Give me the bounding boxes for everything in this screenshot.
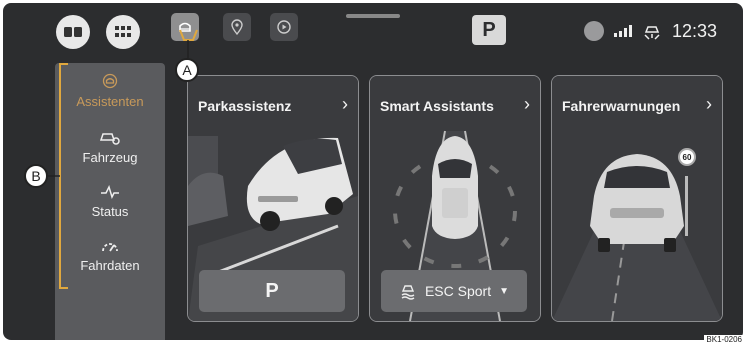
esc-mode-dropdown[interactable]: ESC Sport ▼ bbox=[381, 270, 527, 312]
map-pin-icon bbox=[231, 19, 243, 35]
drag-handle[interactable] bbox=[346, 14, 400, 18]
sidebar-item-fahrzeug[interactable]: Fahrzeug bbox=[55, 129, 165, 165]
tab-assistants[interactable] bbox=[171, 13, 199, 41]
sidebar-item-label: Fahrzeug bbox=[82, 150, 138, 165]
card-title: Smart Assistants bbox=[380, 98, 494, 114]
parking-shortcut-button[interactable]: P bbox=[472, 15, 506, 45]
sidebar-item-label: Status bbox=[91, 204, 129, 219]
sidebar-item-label: Fahrdaten bbox=[80, 258, 140, 273]
park-assist-button[interactable]: P bbox=[199, 270, 345, 312]
status-area: 12:33 bbox=[583, 17, 717, 45]
card-title: Fahrerwarnungen bbox=[562, 98, 681, 114]
esc-mode-label: ESC Sport bbox=[424, 283, 492, 299]
signal-icon bbox=[613, 25, 632, 37]
sidebar-item-fahrdaten[interactable]: Fahrdaten bbox=[55, 239, 165, 273]
assist-icon bbox=[179, 22, 191, 32]
pulse-icon bbox=[101, 184, 119, 200]
card-fahrerwarnungen[interactable]: 60 Fahrerwarnungen › bbox=[551, 75, 723, 322]
esc-icon bbox=[401, 285, 415, 300]
chevron-down-icon: ▼ bbox=[499, 285, 510, 297]
assist-icon bbox=[102, 73, 118, 89]
driver-assist-icon bbox=[644, 26, 660, 40]
callout-a-label: A bbox=[182, 62, 192, 78]
clock: 12:33 bbox=[671, 20, 717, 41]
callout-a: A bbox=[175, 58, 199, 82]
play-icon bbox=[277, 20, 291, 34]
sidebar: Assistenten Fahrzeug Status Fahrdaten bbox=[55, 63, 165, 340]
tab-navigation[interactable] bbox=[223, 13, 251, 41]
split-view-button[interactable] bbox=[56, 15, 90, 49]
sidebar-item-assistenten[interactable]: Assistenten bbox=[55, 73, 165, 109]
car-gear-icon bbox=[99, 133, 120, 145]
chevron-right-icon: › bbox=[706, 94, 712, 114]
infotainment-screen: P 12:33 Assistenten Fahrzeug Status Fahr… bbox=[3, 3, 743, 340]
sidebar-item-status[interactable]: Status bbox=[55, 184, 165, 219]
callout-b: B bbox=[24, 164, 48, 188]
avatar[interactable] bbox=[583, 21, 604, 41]
image-code: BK1-0206 bbox=[704, 335, 744, 344]
speed-limit-sign: 60 bbox=[678, 148, 696, 166]
card-title: Parkassistenz bbox=[198, 98, 292, 114]
app-grid-button[interactable] bbox=[106, 15, 140, 49]
chevron-right-icon: › bbox=[342, 94, 348, 114]
sidebar-item-label: Assistenten bbox=[76, 94, 144, 109]
card-smart-assistants[interactable]: Smart Assistants › ESC Sport ▼ bbox=[369, 75, 541, 322]
app-grid-icon bbox=[115, 26, 131, 37]
speed-limit-value: 60 bbox=[682, 152, 692, 162]
split-view-icon bbox=[64, 27, 82, 37]
top-bar: P 12:33 bbox=[3, 3, 743, 59]
card-parkassistenz[interactable]: Parkassistenz › P bbox=[187, 75, 359, 322]
tab-media[interactable] bbox=[270, 13, 298, 41]
callout-b-label: B bbox=[31, 168, 41, 184]
park-assist-label: P bbox=[265, 279, 279, 302]
gauge-icon bbox=[102, 243, 118, 252]
chevron-right-icon: › bbox=[524, 94, 530, 114]
